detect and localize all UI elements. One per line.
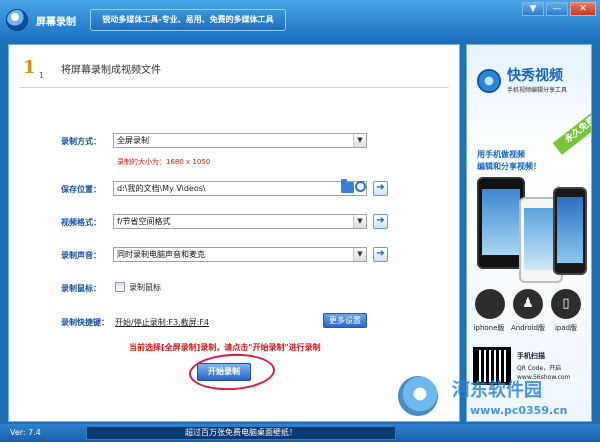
title-bar: 屏幕录制 锐动多媒体工具-专业、易用、免费的多媒体工具 ▼ — ✕ [0,0,600,42]
audio-select[interactable]: 同时录制电脑声音和麦克 ▼ [113,247,367,262]
save-location-input[interactable]: d:\我的文档\My Videos\ [113,181,367,196]
phone-image [553,187,587,275]
record-mode-select[interactable]: 全屏录制 ▼ [113,133,367,148]
qr-line1: 手机扫描 [517,352,545,360]
ad-brand: 快秀视频 [507,68,563,84]
video-format-value: f/节省空间格式 [117,217,171,226]
ad-promo-line2: 编辑和分享视频！ [477,162,541,171]
menu-button[interactable]: ▼ [522,2,544,16]
step-subnumber: 1 [39,71,45,80]
audio-go-button[interactable]: ➔ [373,247,388,262]
kuaixiu-logo-icon [477,69,501,93]
record-mouse-checkbox-label[interactable]: 录制鼠标 [129,282,161,293]
watermark-logo-icon [398,376,438,416]
step-divider [19,87,449,88]
video-format-label: 视频格式： [61,218,101,227]
ad-ribbon: 永久免费 [552,106,591,155]
chevron-down-icon[interactable]: ▼ [353,248,366,261]
version-label: Ver: 7.4 [10,428,41,437]
video-format-go-button[interactable]: ➔ [373,214,388,229]
phone-image [477,177,525,269]
close-button[interactable]: ✕ [570,2,596,16]
apple-icon[interactable] [475,289,505,319]
highlight-annotation [188,351,276,393]
mouse-label: 录制鼠标： [61,284,101,293]
watermark-url: www.pc0359.cn [470,404,568,417]
record-mouse-checkbox[interactable] [115,282,125,292]
audio-label: 录制声音： [61,251,101,260]
hotkeys-label: 录制快捷键： [61,318,109,327]
video-format-select[interactable]: f/节省空间格式 ▼ [113,214,367,229]
minimize-button[interactable]: — [546,2,568,16]
ipad-icon[interactable]: ▯ [551,289,581,319]
ad-panel[interactable]: 快秀视频 手机视频编辑分享工具 永久免费 用手机做视频 编辑和分享视频！ iph… [466,44,592,422]
chevron-down-icon[interactable]: ▼ [353,215,366,228]
chevron-down-icon[interactable]: ▼ [353,134,366,147]
app-title: 屏幕录制 [36,17,76,28]
app-logo-icon [6,9,28,31]
qr-line2: QR Code，开启 [517,365,562,372]
iphone-label[interactable]: iphone版 [469,323,509,333]
ad-promo-line1: 用手机做视频 [477,150,525,159]
step-title: 将屏幕录制成视频文件 [61,65,161,76]
step-number: 1 [23,57,36,78]
slogan-banner: 锐动多媒体工具-专业、易用、免费的多媒体工具 [90,9,286,31]
record-mode-value: 全屏录制 [117,136,149,145]
search-icon[interactable] [355,181,366,192]
status-bar: Ver: 7.4 超过百万张免费电脑桌面壁纸！ [0,424,600,442]
watermark-name: 河东软件园 [452,380,542,401]
more-settings-button[interactable]: 更多设置 [323,313,367,328]
ad-tagline: 手机视频编辑分享工具 [507,87,568,94]
wallpaper-banner-link[interactable]: 超过百万张免费电脑桌面壁纸！ [86,426,396,440]
ipad-label[interactable]: ipad版 [546,323,586,333]
hotkeys-value[interactable]: 开始/停止录制:F3,截屏:F4 [115,317,209,328]
open-folder-button[interactable]: ➔ [373,181,388,196]
record-mode-label: 录制方式： [61,137,101,146]
android-icon[interactable]: ♟ [513,289,543,319]
audio-value: 同时录制电脑声音和麦克 [117,250,205,259]
folder-icon[interactable] [341,179,354,193]
android-label[interactable]: Android版 [508,323,548,333]
save-location-label: 保存位置： [61,185,101,194]
main-panel: 1 1 将屏幕录制成视频文件 录制方式： 全屏录制 ▼ 录制的大小为：1680 … [8,44,460,422]
record-hint: 当前选择[全屏录制]录制，请点击"开始录制"进行录制 [129,343,321,352]
record-size-note: 录制的大小为：1680 x 1050 [117,158,211,166]
